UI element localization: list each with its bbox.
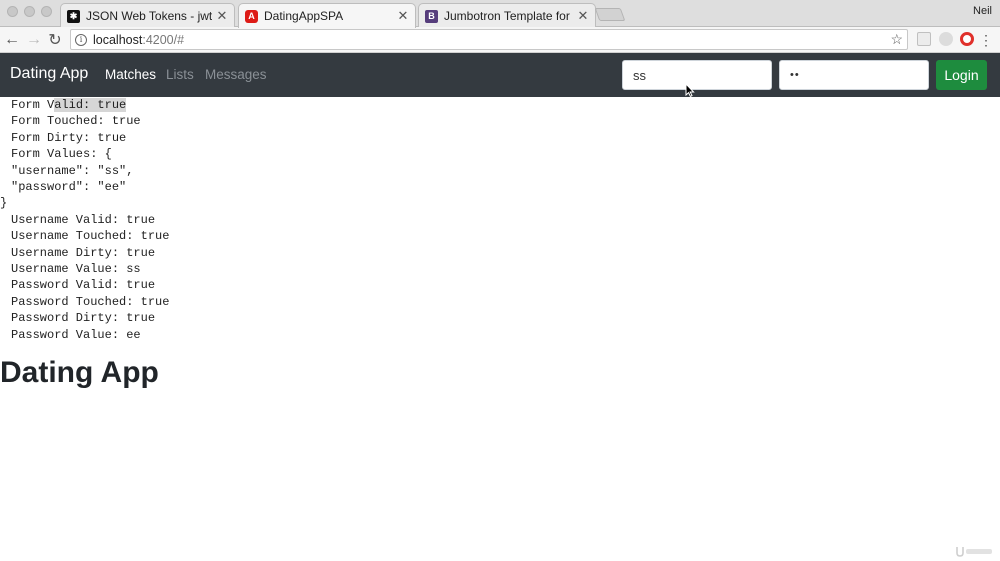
opera-extension-icon[interactable]: [960, 32, 974, 46]
debug-line: Password Value: ee: [11, 327, 141, 342]
window-minimize-icon[interactable]: [24, 6, 35, 17]
angular-favicon-icon: A: [245, 9, 258, 23]
debug-line: Form Dirty: true: [11, 130, 127, 145]
debug-line: Password Valid: true: [11, 278, 156, 293]
profile-name[interactable]: Neil: [973, 5, 992, 17]
nav-link-lists[interactable]: Lists: [166, 67, 194, 82]
reload-icon[interactable]: ↻: [45, 30, 65, 50]
bookmark-star-icon[interactable]: ☆: [890, 31, 903, 48]
close-tab-icon[interactable]: ✕: [216, 8, 228, 24]
new-tab-button[interactable]: [594, 8, 626, 21]
extension-icon[interactable]: [939, 32, 953, 46]
url-host: localhost: [93, 32, 143, 47]
page-heading: Dating App: [0, 356, 159, 389]
debug-line: "password": "ee": [11, 180, 127, 195]
debug-line: Username Touched: true: [11, 229, 170, 244]
debug-line: "username": "ss",: [11, 163, 134, 178]
udemy-watermark-icon: [956, 547, 992, 557]
jwt-favicon-icon: ✱: [67, 9, 80, 23]
debug-line: Form Touched: true: [11, 114, 141, 129]
extension-icon[interactable]: [917, 32, 931, 46]
nav-link-messages[interactable]: Messages: [205, 67, 267, 82]
debug-line: Username Valid: true: [11, 212, 156, 227]
mouse-cursor-icon: [685, 83, 695, 97]
close-tab-icon[interactable]: ✕: [577, 8, 589, 24]
debug-line: }: [0, 196, 8, 211]
debug-line: Password Dirty: true: [11, 311, 156, 326]
close-tab-icon[interactable]: ✕: [397, 8, 409, 24]
debug-line: Form Values: {: [11, 147, 112, 162]
browser-toolbar: ← → ↻ i localhost:4200/# ☆ ⋮: [0, 27, 1000, 53]
url-path: :4200/#: [142, 32, 185, 47]
app-navbar: Dating App Matches Lists Messages ss •• …: [0, 53, 1000, 97]
username-input[interactable]: ss: [622, 60, 772, 90]
tab-jumbotron[interactable]: B Jumbotron Template for Boots ✕: [418, 3, 596, 28]
debug-line-form-valid: Form Valid: true: [11, 97, 169, 113]
tab-jwt[interactable]: ✱ JSON Web Tokens - jwt.io ✕: [60, 3, 235, 28]
login-button[interactable]: Login: [936, 60, 987, 90]
debug-line-prefix: Form V: [11, 98, 55, 112]
info-icon[interactable]: i: [75, 33, 87, 46]
tab-datingappspa[interactable]: A DatingAppSPA ✕: [238, 3, 416, 28]
tab-title: Jumbotron Template for Boots: [444, 9, 573, 23]
debug-line: Username Value: ss: [11, 262, 141, 277]
window-close-icon[interactable]: [7, 6, 18, 17]
bootstrap-favicon-icon: B: [425, 9, 438, 23]
navbar-brand[interactable]: Dating App: [10, 65, 88, 83]
debug-line: Username Dirty: true: [11, 245, 156, 260]
form-debug-output: Form Valid: true Form Touched: true Form…: [0, 97, 170, 343]
selected-text: alid: true: [54, 98, 127, 112]
menu-kebab-icon[interactable]: ⋮: [976, 30, 996, 50]
debug-line: Password Touched: true: [11, 294, 170, 309]
browser-tab-strip: ✱ JSON Web Tokens - jwt.io ✕ A DatingApp…: [0, 0, 1000, 28]
password-input[interactable]: ••: [779, 60, 929, 90]
address-bar[interactable]: i localhost:4200/# ☆: [70, 29, 908, 50]
back-arrow-icon[interactable]: ←: [2, 30, 22, 50]
forward-arrow-icon[interactable]: →: [24, 30, 44, 50]
tab-title: DatingAppSPA: [264, 9, 344, 23]
tab-title: JSON Web Tokens - jwt.io: [86, 9, 212, 23]
window-zoom-icon[interactable]: [41, 6, 52, 17]
nav-link-matches[interactable]: Matches: [105, 67, 156, 82]
